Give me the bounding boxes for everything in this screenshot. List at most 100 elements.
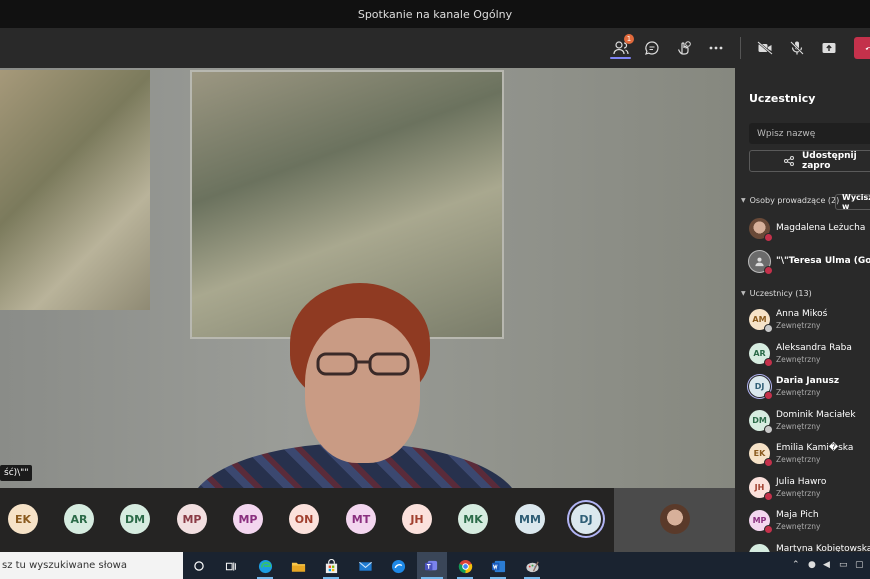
self-video-thumbnail[interactable] xyxy=(614,488,735,552)
participant-avatar[interactable]: MM xyxy=(515,504,545,534)
participant-avatar[interactable]: MP xyxy=(177,504,207,534)
edge-icon xyxy=(258,559,272,573)
attendee-name: Emilia Kami�ska xyxy=(776,443,854,453)
mic-muted-indicator xyxy=(764,233,773,242)
file-explorer-button[interactable] xyxy=(290,558,306,574)
status-indicator xyxy=(764,525,773,534)
reactions-icon xyxy=(677,41,691,55)
status-indicator xyxy=(764,391,773,400)
participants-badge: 1 xyxy=(624,34,634,44)
attendee-row[interactable]: AM Anna Mikoś Zewnętrzny xyxy=(749,304,870,334)
presenter-row[interactable]: "\"Teresa Ulma (Gość)\" xyxy=(748,246,870,276)
participant-avatar[interactable]: ON xyxy=(289,504,319,534)
chat-icon xyxy=(645,41,659,55)
attendee-role: Zewnętrzny xyxy=(776,455,821,464)
chrome-button[interactable] xyxy=(457,558,473,574)
task-view-button[interactable] xyxy=(222,558,238,574)
avatar xyxy=(749,543,770,552)
status-indicator xyxy=(764,324,773,333)
presenter-row[interactable]: Magdalena Leżucha xyxy=(749,213,870,243)
panel-title: Uczestnicy xyxy=(749,92,816,105)
mail-icon xyxy=(358,561,372,571)
mic-off-icon xyxy=(790,41,804,55)
attendees-header-text: Uczestnicy (13) xyxy=(749,289,812,298)
more-options-button[interactable] xyxy=(705,37,727,59)
camera-toggle-button[interactable] xyxy=(754,37,776,59)
speaker-name-tag: ść)\"" xyxy=(0,465,33,481)
paint-button[interactable] xyxy=(524,558,540,574)
attendee-role: Zewnętrzny xyxy=(776,522,821,531)
edge-button[interactable] xyxy=(257,558,273,574)
status-indicator xyxy=(764,424,773,434)
attendee-row[interactable]: DM Dominik Maciałek Zewnętrzny xyxy=(749,405,870,435)
mute-all-button[interactable]: Wycisz w xyxy=(835,193,870,211)
active-tab-indicator xyxy=(610,57,631,59)
presenters-header-text: Osoby prowadzące (2) xyxy=(749,196,840,205)
tray-network-icon[interactable]: ▢ xyxy=(855,560,864,570)
presenter-name: "\"Teresa Ulma (Gość)\" xyxy=(776,256,870,266)
edge-legacy-button[interactable] xyxy=(390,558,406,574)
attendee-role: Zewnętrzny xyxy=(776,421,821,431)
mail-button[interactable] xyxy=(357,558,373,574)
participant-avatar[interactable]: DM xyxy=(120,504,150,534)
cortana-button[interactable] xyxy=(191,558,207,574)
attendee-name: Dominik Maciałek xyxy=(776,409,856,420)
taskbar-search-box[interactable]: sz tu wyszukiwane słowa xyxy=(0,552,183,579)
attendee-row[interactable]: MP Maja Pich Zewnętrzny xyxy=(749,505,870,535)
mic-toggle-button[interactable] xyxy=(786,37,808,59)
participant-avatar[interactable]: JH xyxy=(402,504,432,534)
attendee-role: Zewnętrzny xyxy=(776,321,821,330)
main-video[interactable]: ść)\"" xyxy=(0,68,735,488)
attendee-row[interactable]: AR Aleksandra Raba Zewnętrzny xyxy=(749,338,870,368)
attendee-name: Martyna Kobiętowska xyxy=(776,543,870,553)
wall-painting-left xyxy=(0,70,150,310)
speaker-glasses xyxy=(316,352,410,376)
paint-icon xyxy=(525,561,539,572)
chevron-down-icon: ▼ xyxy=(741,290,746,297)
participant-avatar[interactable]: MT xyxy=(346,504,376,534)
share-screen-button[interactable] xyxy=(818,37,840,59)
reactions-button[interactable] xyxy=(673,37,695,59)
attendee-name: Julia Hawro xyxy=(776,476,827,487)
participants-button[interactable]: 1 xyxy=(610,34,634,59)
participant-avatar[interactable]: DJ xyxy=(571,504,601,534)
leave-button[interactable] xyxy=(854,37,870,59)
share-screen-icon xyxy=(822,43,836,53)
chat-button[interactable] xyxy=(641,37,663,59)
attendee-row[interactable]: Martyna Kobiętowska xyxy=(749,539,870,553)
attendee-role: Zewnętrzny xyxy=(776,354,821,364)
file-explorer-icon xyxy=(291,562,305,572)
attendee-name: Daria Janusz xyxy=(776,376,840,386)
participant-avatar[interactable]: EK xyxy=(8,504,38,534)
chevron-down-icon: ▼ xyxy=(741,197,746,204)
presenters-section-header[interactable]: ▼ Osoby prowadzące (2) xyxy=(741,196,839,205)
tray-volume-icon[interactable]: ◀ xyxy=(823,560,830,570)
more-icon xyxy=(709,46,723,50)
store-icon xyxy=(325,558,337,573)
participant-avatar[interactable]: AR xyxy=(64,504,94,534)
taskbar-search-text: sz tu wyszukiwane słowa xyxy=(2,560,127,571)
word-button[interactable] xyxy=(490,558,506,574)
attendee-role: Zewnętrzny xyxy=(776,388,821,397)
attendees-section-header[interactable]: ▼ Uczestnicy (13) xyxy=(741,289,812,298)
speaker-face xyxy=(305,318,420,463)
participant-avatar[interactable]: MP xyxy=(233,504,263,534)
participant-search-input[interactable]: Wpisz nazwę xyxy=(749,123,870,144)
store-button[interactable] xyxy=(323,558,339,574)
status-indicator xyxy=(764,491,773,501)
share-invite-button[interactable]: Udostępnij zapro xyxy=(749,150,870,172)
leave-icon xyxy=(865,47,870,50)
window-title: Spotkanie na kanale Ogólny xyxy=(357,7,513,21)
participant-avatar[interactable]: MK xyxy=(458,504,488,534)
presenter-name: Magdalena Leżucha xyxy=(776,223,866,233)
cortana-icon xyxy=(194,561,204,571)
tray-chevron-up-icon[interactable]: ⌃ xyxy=(792,560,800,570)
self-video-face xyxy=(660,504,690,534)
attendee-row[interactable]: EK Emilia Kami�ska Zewnętrzny xyxy=(749,438,870,468)
attendee-row[interactable]: JH Julia Hawro Zewnętrzny xyxy=(749,472,870,502)
tray-mic-icon[interactable]: ● xyxy=(808,560,816,570)
teams-taskbar-button[interactable] xyxy=(417,552,447,579)
attendee-row[interactable]: DJ Daria Janusz Zewnętrzny xyxy=(749,371,870,401)
tray-battery-icon[interactable]: ▭ xyxy=(839,560,848,570)
mic-muted-indicator xyxy=(764,266,773,275)
